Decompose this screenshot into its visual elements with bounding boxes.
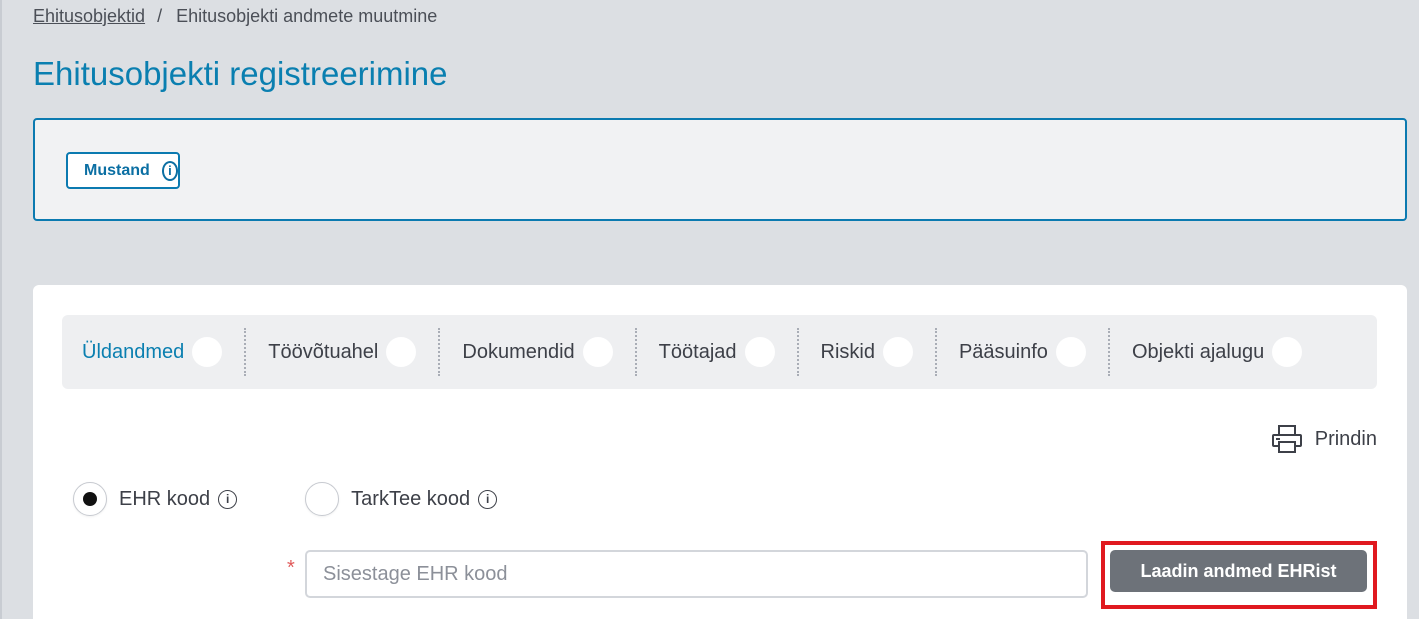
tab-label: Riskid bbox=[820, 340, 875, 363]
tab-dokumendid[interactable]: Dokumendid bbox=[462, 337, 613, 367]
tab-label: Dokumendid bbox=[462, 340, 575, 363]
tab-label: Töötajad bbox=[658, 340, 737, 363]
tab-label: Üldandmed bbox=[82, 340, 185, 363]
radio-label: TarkTee kood bbox=[351, 487, 471, 510]
tab-status-dot bbox=[744, 337, 775, 367]
tab-divider bbox=[438, 328, 441, 376]
tab-status-dot bbox=[192, 337, 223, 367]
radio-label: EHR kood bbox=[119, 487, 211, 510]
load-ehr-data-button[interactable]: Laadin andmed EHRist bbox=[1110, 550, 1367, 592]
status-badge: Mustand i bbox=[66, 152, 180, 189]
required-mark: * bbox=[287, 557, 295, 579]
print-label: Prindin bbox=[1314, 427, 1377, 450]
tab-status-dot bbox=[386, 337, 417, 367]
info-icon[interactable]: i bbox=[218, 489, 238, 509]
tab-divider bbox=[634, 328, 637, 376]
radio-circle[interactable] bbox=[305, 482, 340, 516]
tab-divider bbox=[1107, 328, 1110, 376]
code-type-radio-group: EHR kood i TarkTee kood i bbox=[73, 482, 498, 516]
tab-divider bbox=[244, 328, 247, 376]
page-title: Ehitusobjekti registreerimine bbox=[33, 55, 448, 92]
tab-tootajad[interactable]: Töötajad bbox=[659, 337, 775, 367]
tab-uldandmed[interactable]: Üldandmed bbox=[82, 337, 223, 367]
breadcrumb-link-ehitusobjektid[interactable]: Ehitusobjektid bbox=[33, 6, 145, 27]
info-icon[interactable]: i bbox=[478, 489, 498, 509]
tab-divider bbox=[934, 328, 937, 376]
radio-circle-selected[interactable] bbox=[73, 482, 107, 516]
breadcrumb-separator: / bbox=[157, 6, 163, 26]
tab-status-dot bbox=[582, 337, 613, 367]
info-icon[interactable]: i bbox=[161, 160, 178, 181]
print-button[interactable]: Prindin bbox=[1271, 425, 1377, 453]
tab-divider bbox=[796, 328, 799, 376]
tab-toovotuahel[interactable]: Töövõtuahel bbox=[268, 337, 417, 367]
page-edge bbox=[0, 0, 2, 619]
tab-paasuinfo[interactable]: Pääsuinfo bbox=[959, 337, 1086, 367]
tab-riskid[interactable]: Riskid bbox=[821, 337, 913, 367]
tab-label: Töövõtuahel bbox=[268, 340, 379, 363]
tab-label: Pääsuinfo bbox=[958, 340, 1048, 363]
tab-status-dot bbox=[1272, 337, 1303, 367]
tab-label: Objekti ajalugu bbox=[1131, 340, 1265, 363]
status-panel: Mustand i bbox=[33, 118, 1407, 221]
printer-icon bbox=[1271, 425, 1302, 453]
tab-status-dot bbox=[882, 337, 913, 367]
tab-status-dot bbox=[1055, 337, 1086, 367]
breadcrumb-current: Ehitusobjekti andmete muutmine bbox=[176, 6, 438, 26]
status-badge-label: Mustand bbox=[84, 161, 150, 179]
main-card: Üldandmed Töövõtuahel Dokumendid Töötaja… bbox=[33, 285, 1407, 619]
tab-bar: Üldandmed Töövõtuahel Dokumendid Töötaja… bbox=[62, 315, 1377, 389]
radio-ehr-kood[interactable]: EHR kood i bbox=[73, 482, 238, 516]
radio-tarktee-kood[interactable]: TarkTee kood i bbox=[305, 482, 498, 516]
ehr-code-input[interactable] bbox=[305, 550, 1088, 598]
breadcrumb: Ehitusobjektid / Ehitusobjekti andmete m… bbox=[33, 6, 437, 27]
tab-objekti-ajalugu[interactable]: Objekti ajalugu bbox=[1131, 337, 1303, 367]
